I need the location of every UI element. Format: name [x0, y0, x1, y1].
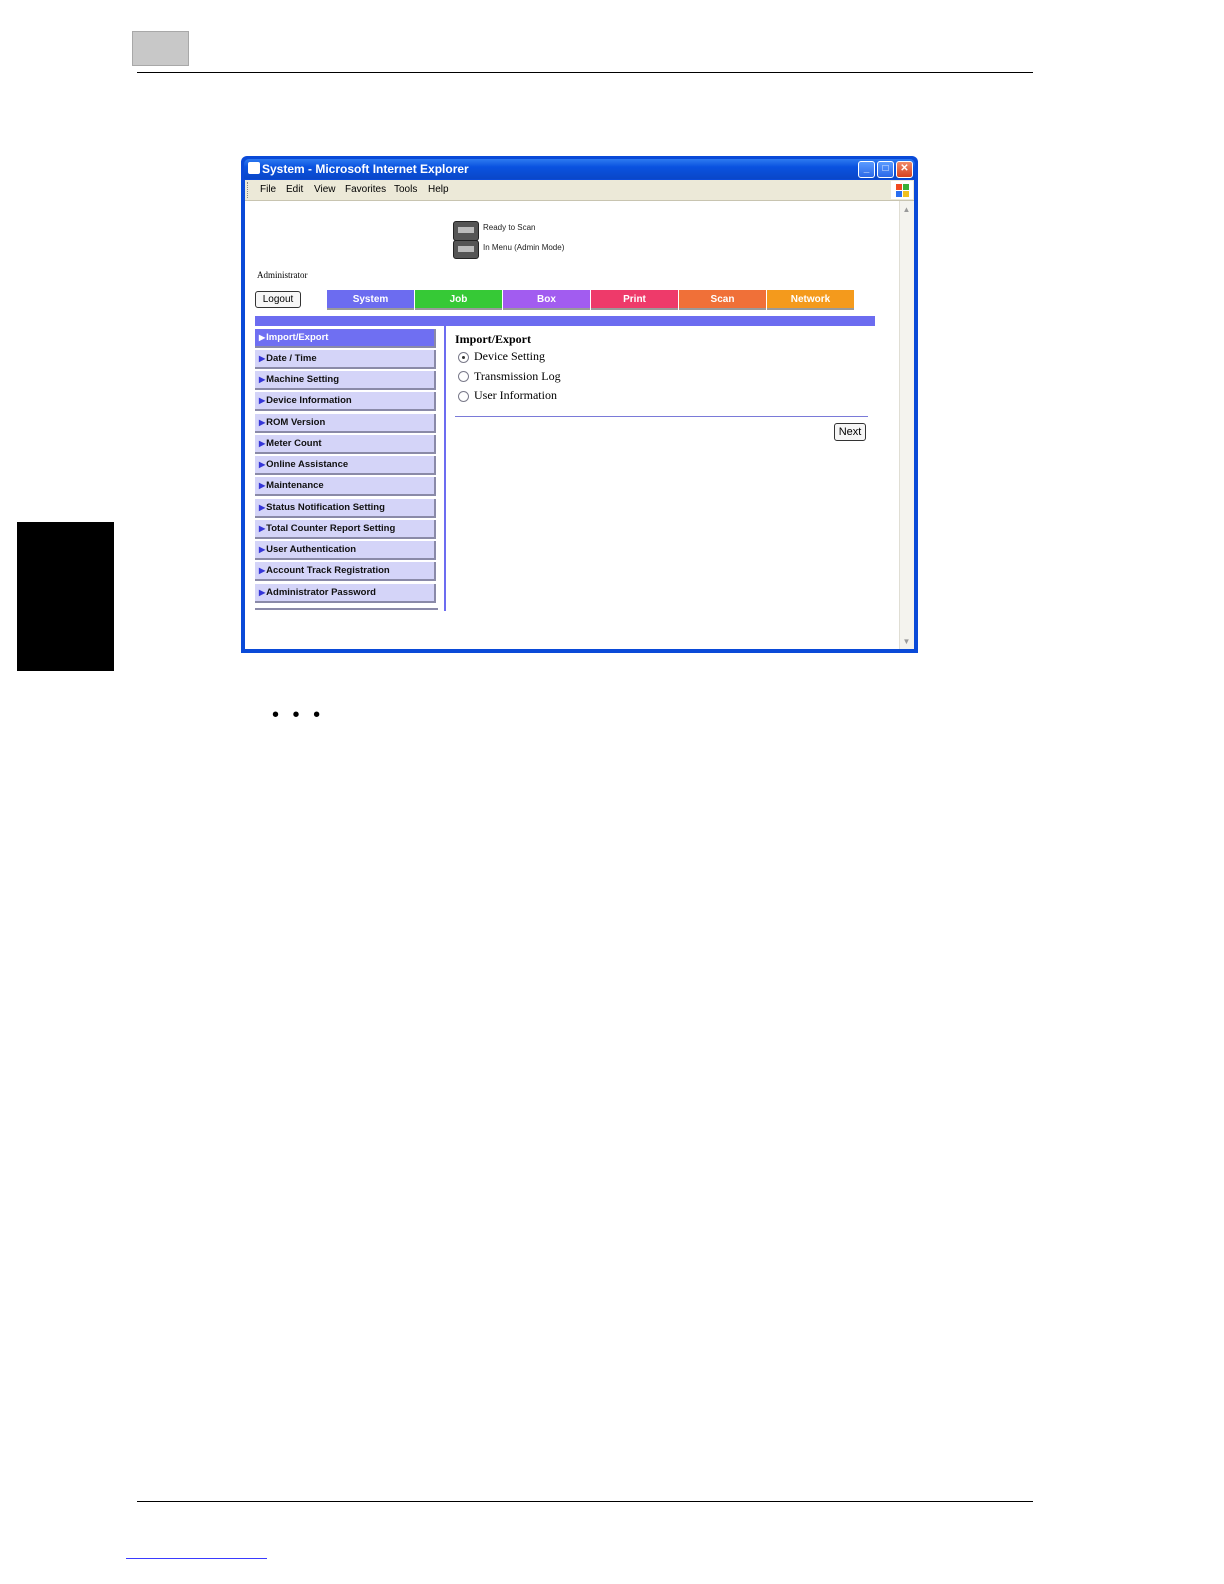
triangle-right-icon: ▶	[259, 566, 266, 575]
triangle-right-icon: ▶	[259, 396, 266, 405]
sidebar-item-total-counter-report-setting[interactable]: ▶Total Counter Report Setting	[255, 520, 436, 539]
header-rule	[137, 72, 1033, 73]
sidebar-item-user-authentication[interactable]: ▶User Authentication	[255, 541, 436, 560]
scroll-down-icon[interactable]: ▼	[901, 636, 912, 647]
tab-print[interactable]: Print	[591, 290, 678, 310]
menu-file[interactable]: File	[260, 184, 276, 195]
tab-scan[interactable]: Scan	[679, 290, 766, 310]
vertical-scrollbar[interactable]	[899, 201, 914, 649]
sidebar-item-meter-count[interactable]: ▶Meter Count	[255, 435, 436, 454]
sidebar-item-machine-setting[interactable]: ▶Machine Setting	[255, 371, 436, 390]
close-button[interactable]: ✕	[896, 161, 913, 178]
triangle-right-icon: ▶	[259, 588, 266, 597]
pane-separator	[455, 416, 868, 417]
menu-grip	[247, 182, 250, 198]
transmission-log-radio[interactable]	[458, 371, 469, 382]
menu-edit[interactable]: Edit	[286, 184, 303, 195]
scan-status-text: Ready to Scan	[483, 223, 536, 232]
menu-view[interactable]: View	[314, 184, 336, 195]
tab-system[interactable]: System	[327, 290, 414, 310]
ellipsis-marker: • • •	[272, 704, 325, 726]
sidebar-item-date-time[interactable]: ▶Date / Time	[255, 350, 436, 369]
triangle-right-icon: ▶	[259, 545, 266, 554]
sidebar-item-maintenance[interactable]: ▶Maintenance	[255, 477, 436, 496]
menu-favorites[interactable]: Favorites	[345, 184, 386, 195]
triangle-right-icon: ▶	[259, 481, 266, 490]
chapter-tab	[132, 31, 189, 66]
window-title: System - Microsoft Internet Explorer	[262, 162, 469, 176]
triangle-right-icon: ▶	[259, 354, 266, 363]
section-header-bar	[255, 316, 875, 326]
tab-network[interactable]: Network	[767, 290, 854, 310]
menu-tools[interactable]: Tools	[394, 184, 417, 195]
sidebar-item-rom-version[interactable]: ▶ROM Version	[255, 414, 436, 433]
triangle-right-icon: ▶	[259, 375, 266, 384]
sidebar-item-import-export[interactable]: ▶Import/Export	[255, 329, 436, 348]
sidebar-item-administrator-password[interactable]: ▶Administrator Password	[255, 584, 436, 603]
tab-job[interactable]: Job	[415, 290, 502, 310]
triangle-right-icon: ▶	[259, 503, 266, 512]
triangle-right-icon: ▶	[259, 524, 266, 533]
scanner-icon	[453, 221, 479, 241]
user-role-label: Administrator	[257, 270, 308, 280]
sidebar-item-status-notification-setting[interactable]: ▶Status Notification Setting	[255, 499, 436, 518]
pane-divider	[444, 326, 446, 611]
footer-rule	[137, 1501, 1033, 1502]
sidebar-bottom-rule	[255, 608, 438, 610]
triangle-right-icon: ▶	[259, 460, 266, 469]
windows-logo-icon	[891, 181, 913, 199]
next-button[interactable]: Next	[834, 423, 866, 441]
sidebar-item-device-information[interactable]: ▶Device Information	[255, 392, 436, 411]
sidebar-item-account-track-registration[interactable]: ▶Account Track Registration	[255, 562, 436, 581]
transmission-log-label[interactable]: Transmission Log	[474, 369, 561, 384]
device-setting-radio[interactable]	[458, 352, 469, 363]
triangle-right-icon: ▶	[259, 418, 266, 427]
maximize-button[interactable]: □	[877, 161, 894, 178]
menu-help[interactable]: Help	[428, 184, 449, 195]
user-information-label[interactable]: User Information	[474, 388, 557, 403]
chapter-side-marker	[17, 522, 114, 671]
device-setting-label[interactable]: Device Setting	[474, 349, 545, 364]
footer-link-underline	[126, 1558, 267, 1559]
mode-status-text: In Menu (Admin Mode)	[483, 243, 565, 252]
page-title: Import/Export	[455, 332, 531, 346]
user-information-radio[interactable]	[458, 391, 469, 402]
triangle-right-icon: ▶	[259, 439, 266, 448]
logout-button[interactable]: Logout	[255, 291, 301, 308]
ie-icon	[248, 162, 260, 174]
printer-icon	[453, 240, 479, 259]
scroll-up-icon[interactable]: ▲	[901, 204, 912, 215]
tab-box[interactable]: Box	[503, 290, 590, 310]
minimize-button[interactable]: _	[858, 161, 875, 178]
triangle-right-icon: ▶	[259, 333, 266, 342]
sidebar-item-online-assistance[interactable]: ▶Online Assistance	[255, 456, 436, 475]
